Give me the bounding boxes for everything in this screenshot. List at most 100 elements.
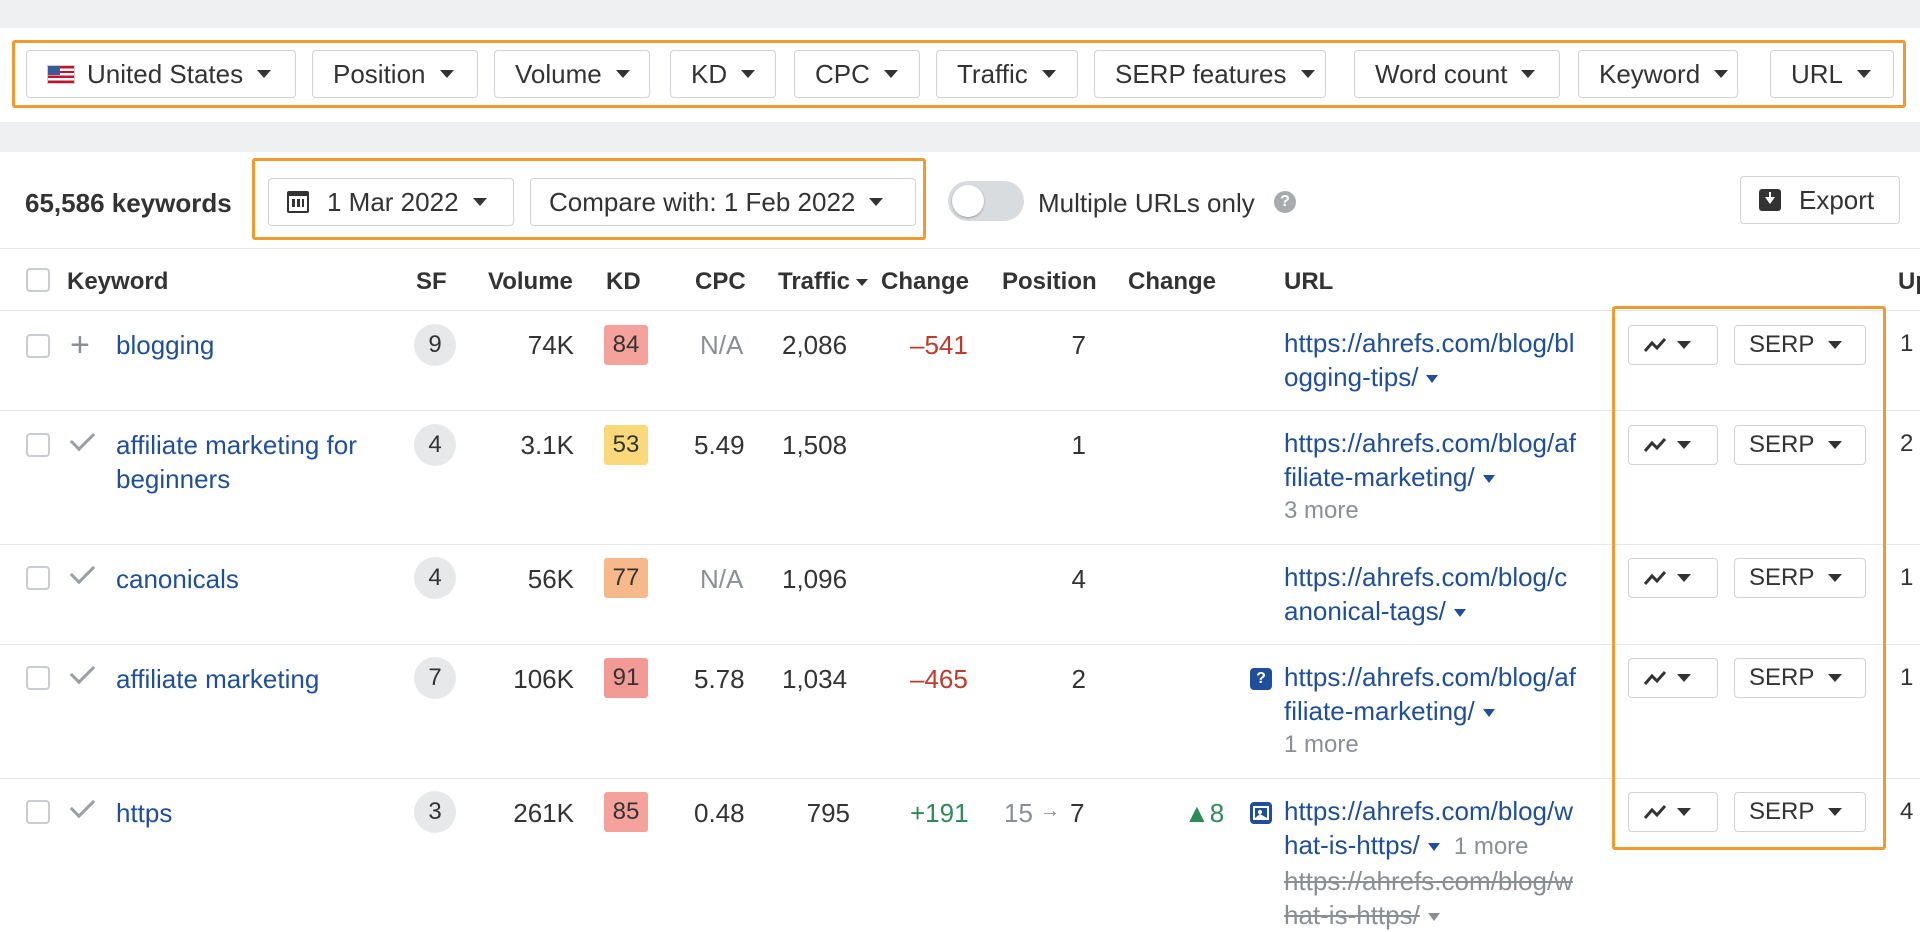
position-value: 1 <box>1071 430 1086 460</box>
url-text: anonical-tags/ <box>1284 596 1446 626</box>
cpc-value: N/A <box>700 330 744 360</box>
chevron-down-icon <box>1714 70 1729 78</box>
row-checkbox[interactable] <box>26 566 50 590</box>
url-cell[interactable]: https://ahrefs.com/blog/af filiate-marke… <box>1284 426 1576 528</box>
col-kd[interactable]: KD <box>606 268 641 296</box>
volume-filter[interactable]: Volume <box>494 50 650 98</box>
old-url-line-2: hat-is-https/ <box>1284 898 1573 932</box>
cpc-value: 5.78 <box>694 664 745 694</box>
date-picker[interactable]: 1 Mar 2022 <box>268 178 514 226</box>
col-position[interactable]: Position <box>1002 268 1097 296</box>
row-checkbox[interactable] <box>26 800 50 824</box>
sf-count[interactable]: 7 <box>414 657 456 699</box>
keyword-line-2: beginners <box>116 464 231 494</box>
url-cell[interactable]: https://ahrefs.com/blog/w hat-is-https/1… <box>1284 794 1573 932</box>
cpc-filter[interactable]: CPC <box>794 50 920 98</box>
select-all-checkbox[interactable] <box>26 268 50 292</box>
country-filter[interactable]: United States <box>26 50 296 98</box>
serp-features-filter[interactable]: SERP features <box>1094 50 1326 98</box>
row-checkbox[interactable] <box>26 334 50 358</box>
add-icon[interactable]: + <box>70 328 90 362</box>
word-count-filter[interactable]: Word count <box>1354 50 1560 98</box>
row-checkbox[interactable] <box>26 666 50 690</box>
url-cell[interactable]: https://ahrefs.com/blog/bl ogging-tips/ <box>1284 326 1574 394</box>
more-urls-link[interactable]: 1 more <box>1284 728 1576 762</box>
compare-date-picker[interactable]: Compare with: 1 Feb 2022 <box>530 178 916 226</box>
up-value: 1 <box>1900 564 1914 591</box>
position-value: 4 <box>1071 564 1086 594</box>
check-icon <box>69 558 96 585</box>
kd-badge: 91 <box>604 658 648 698</box>
url-line-2: anonical-tags/ <box>1284 594 1567 628</box>
more-urls-link[interactable]: 3 more <box>1284 494 1576 528</box>
check-icon <box>69 792 96 819</box>
cpc-value: 0.48 <box>694 798 745 828</box>
keyword-link[interactable]: affiliate marketing <box>116 664 319 695</box>
traffic-value: 1,508 <box>782 430 848 460</box>
row-checkbox[interactable] <box>26 433 50 457</box>
sort-desc-icon <box>856 279 869 287</box>
chevron-down-icon <box>257 70 272 78</box>
traffic-value: 2,086 <box>782 330 848 360</box>
chevron-down-icon <box>1426 375 1439 384</box>
filter-label: SERP features <box>1115 58 1287 89</box>
keyword-filter[interactable]: Keyword <box>1578 50 1738 98</box>
col-up[interactable]: Up <box>1898 268 1920 296</box>
up-value: 4 <box>1900 798 1914 825</box>
keyword-link[interactable]: https <box>116 798 172 829</box>
image-serp-feature-icon <box>1250 802 1272 824</box>
traffic-value: 1,034 <box>782 664 848 694</box>
actions-highlight <box>1612 306 1886 850</box>
top-strip <box>0 0 1920 28</box>
traffic-value: 795 <box>806 798 850 828</box>
up-value: 1 <box>1900 664 1914 691</box>
more-urls-link[interactable]: 1 more <box>1454 833 1529 860</box>
image-icon <box>1253 806 1269 820</box>
up-value: 2 <box>1900 430 1914 457</box>
country-filter-label: United States <box>87 58 244 89</box>
traffic-filter[interactable]: Traffic <box>936 50 1078 98</box>
position-value: 7 <box>1070 798 1085 828</box>
url-line: https://ahrefs.com/blog/af <box>1284 662 1576 692</box>
keyword-link[interactable]: canonicals <box>116 564 239 595</box>
url-cell[interactable]: https://ahrefs.com/blog/c anonical-tags/ <box>1284 560 1567 628</box>
col-traffic-label: Traffic <box>778 268 851 295</box>
chevron-down-icon <box>1300 70 1315 78</box>
col-url[interactable]: URL <box>1284 268 1333 296</box>
col-traffic[interactable]: Traffic <box>778 268 869 296</box>
sf-count[interactable]: 4 <box>414 424 456 466</box>
check-icon <box>69 658 96 685</box>
help-icon[interactable]: ? <box>1274 191 1296 213</box>
col-volume[interactable]: Volume <box>488 268 573 296</box>
export-button[interactable]: Export <box>1740 176 1900 224</box>
chevron-down-icon <box>1857 70 1872 78</box>
cpc-value: N/A <box>700 564 744 594</box>
col-change[interactable]: Change <box>881 268 969 296</box>
sf-count[interactable]: 3 <box>414 791 456 833</box>
toggle-knob <box>952 185 984 217</box>
chevron-down-icon <box>869 198 884 206</box>
col-sf[interactable]: SF <box>416 268 447 296</box>
url-text: filiate-marketing/ <box>1284 696 1475 726</box>
url-cell[interactable]: https://ahrefs.com/blog/af filiate-marke… <box>1284 660 1576 762</box>
chevron-down-icon <box>741 70 756 78</box>
filter-label: Keyword <box>1599 58 1701 89</box>
col-keyword[interactable]: Keyword <box>67 268 168 296</box>
sf-count[interactable]: 9 <box>414 324 456 366</box>
url-line: https://ahrefs.com/blog/bl <box>1284 328 1575 358</box>
filter-label: Volume <box>515 58 602 89</box>
keyword-link[interactable]: blogging <box>116 330 214 361</box>
multiple-urls-toggle[interactable] <box>948 181 1024 221</box>
chevron-down-icon <box>439 70 454 78</box>
col-cpc[interactable]: CPC <box>695 268 746 296</box>
url-filter[interactable]: URL <box>1770 50 1894 98</box>
sf-count[interactable]: 4 <box>414 557 456 599</box>
old-url-line: https://ahrefs.com/blog/w <box>1284 866 1574 896</box>
keyword-link[interactable]: affiliate marketing for beginners <box>116 428 357 496</box>
col-position-change[interactable]: Change <box>1128 268 1216 296</box>
kd-badge: 84 <box>604 325 648 365</box>
volume-value: 74K <box>527 330 574 360</box>
position-filter[interactable]: Position <box>312 50 478 98</box>
position-value: 2 <box>1071 664 1086 694</box>
kd-filter[interactable]: KD <box>670 50 776 98</box>
